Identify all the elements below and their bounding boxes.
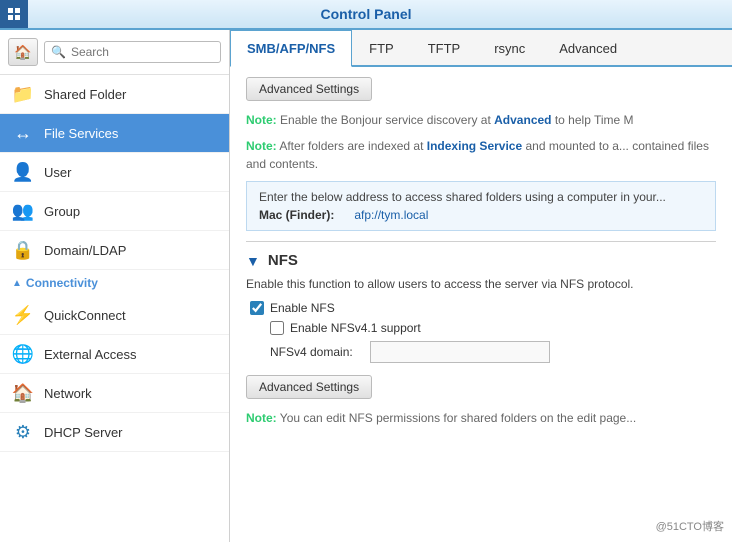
afp-info-desc: Enter the below address to access shared… [259,190,703,204]
watermark: @51CTO博客 [656,518,724,534]
note2-prefix: Note: [246,139,277,153]
nfs-chevron-icon[interactable]: ▼ [246,253,260,269]
quickconnect-icon: ⚡ [12,304,34,326]
sidebar-item-shared-folder[interactable]: 📁 Shared Folder [0,75,229,114]
home-icon: 🏠 [14,44,31,61]
note1-prefix: Note: [246,113,277,127]
content-area: SMB/AFP/NFS FTP TFTP rsync Advanced Adva… [230,30,732,542]
nfsv4-domain-label: NFSv4 domain: [270,345,360,359]
tab-bar: SMB/AFP/NFS FTP TFTP rsync Advanced [230,30,732,67]
mac-finder-value: afp://tym.local [354,208,428,222]
network-icon: 🏠 [12,382,34,404]
enable-nfs-row: Enable NFS [246,301,716,315]
afp-address-row: Mac (Finder): afp://tym.local [259,208,703,222]
enable-nfs-checkbox[interactable] [250,301,264,315]
main-layout: 🏠 🔍 📁 Shared Folder ↔ File Services 👤 [0,30,732,542]
file-services-icon: ↔ [12,122,34,144]
nfsv4-domain-input[interactable] [370,341,550,363]
home-button[interactable]: 🏠 [8,38,38,66]
search-input[interactable] [71,45,214,59]
nfs-note: Note: You can edit NFS permissions for s… [246,409,716,427]
connectivity-label: Connectivity [26,276,98,290]
indexing-service-link[interactable]: Indexing Service [427,139,522,153]
search-icon: 🔍 [51,45,66,59]
sidebar-label-quickconnect: QuickConnect [44,308,126,323]
note-indexing: Note: After folders are indexed at Index… [246,137,716,173]
title-bar: Control Panel [0,0,732,30]
nfs-section-header: ▼ NFS [246,252,716,269]
search-box[interactable]: 🔍 [44,41,221,63]
sidebar-item-group[interactable]: 👥 Group [0,192,229,231]
folder-icon: 📁 [12,83,34,105]
afp-info-box: Enter the below address to access shared… [246,181,716,231]
nfsv4-domain-row: NFSv4 domain: [246,341,716,363]
enable-nfs-label: Enable NFS [270,301,335,315]
sidebar-item-user[interactable]: 👤 User [0,153,229,192]
window-title: Control Panel [320,6,411,22]
sidebar-label-network: Network [44,386,92,401]
sidebar-label-group: Group [44,204,80,219]
tab-tftp[interactable]: TFTP [411,30,478,67]
sidebar-item-file-services[interactable]: ↔ File Services [0,114,229,153]
sidebar: 🏠 🔍 📁 Shared Folder ↔ File Services 👤 [0,30,230,542]
sidebar-label-shared-folder: Shared Folder [44,87,126,102]
enable-nfsv4-label: Enable NFSv4.1 support [290,321,421,335]
mac-finder-label: Mac (Finder): [259,208,334,222]
sidebar-top: 🏠 🔍 [0,30,229,75]
sidebar-label-file-services: File Services [44,126,118,141]
nfs-description: Enable this function to allow users to a… [246,277,716,291]
sidebar-item-network[interactable]: 🏠 Network [0,374,229,413]
nfs-advanced-settings-button[interactable]: Advanced Settings [246,375,372,399]
sidebar-item-quickconnect[interactable]: ⚡ QuickConnect [0,296,229,335]
external-icon: 🌐 [12,343,34,365]
enable-nfsv4-row: Enable NFSv4.1 support [246,321,716,335]
connectivity-section-header[interactable]: ▲ Connectivity [0,270,229,296]
tab-ftp[interactable]: FTP [352,30,411,67]
tab-advanced[interactable]: Advanced [542,30,634,67]
app-logo [0,0,28,28]
advanced-link[interactable]: Advanced [494,113,551,127]
top-advanced-settings-button[interactable]: Advanced Settings [246,77,372,101]
sidebar-label-external-access: External Access [44,347,137,362]
user-icon: 👤 [12,161,34,183]
content-body: Advanced Settings Note: Enable the Bonjo… [230,67,732,542]
sidebar-label-user: User [44,165,71,180]
nfs-section-title: NFS [268,252,298,269]
tab-rsync[interactable]: rsync [477,30,542,67]
sidebar-label-domain-ldap: Domain/LDAP [44,243,126,258]
sidebar-item-dhcp-server[interactable]: ⚙ DHCP Server [0,413,229,452]
tab-smb-afp-nfs[interactable]: SMB/AFP/NFS [230,30,352,67]
section-divider [246,241,716,242]
note-bonjour: Note: Enable the Bonjour service discove… [246,111,716,129]
dhcp-icon: ⚙ [12,421,34,443]
sidebar-item-external-access[interactable]: 🌐 External Access [0,335,229,374]
domain-icon: 🔒 [12,239,34,261]
sidebar-label-dhcp-server: DHCP Server [44,425,123,440]
group-icon: 👥 [12,200,34,222]
sidebar-item-domain-ldap[interactable]: 🔒 Domain/LDAP [0,231,229,270]
chevron-up-icon: ▲ [12,278,22,289]
enable-nfsv4-checkbox[interactable] [270,321,284,335]
